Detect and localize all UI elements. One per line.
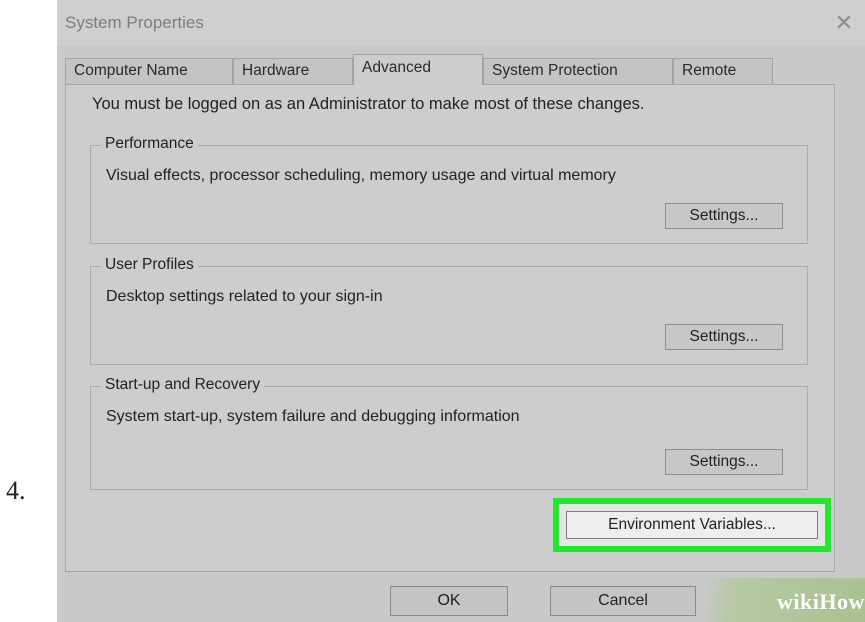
tab-system-protection[interactable]: System Protection bbox=[483, 58, 673, 84]
system-properties-dialog: System Properties ✕ Computer Name Hardwa… bbox=[57, 0, 865, 622]
performance-settings-button[interactable]: Settings... bbox=[665, 203, 783, 229]
tab-advanced[interactable]: Advanced bbox=[353, 54, 483, 85]
tab-computer-name[interactable]: Computer Name bbox=[65, 58, 233, 84]
startup-recovery-description: System start-up, system failure and debu… bbox=[106, 408, 520, 425]
user-profiles-legend: User Profiles bbox=[101, 256, 198, 274]
window-title: System Properties bbox=[65, 13, 204, 32]
ok-button[interactable]: OK bbox=[390, 586, 508, 616]
cancel-button[interactable]: Cancel bbox=[550, 586, 696, 616]
performance-legend: Performance bbox=[101, 135, 198, 153]
performance-description: Visual effects, processor scheduling, me… bbox=[106, 167, 616, 184]
startup-recovery-settings-button[interactable]: Settings... bbox=[665, 449, 783, 475]
user-profiles-group: User Profiles Desktop settings related t… bbox=[90, 256, 808, 365]
performance-group: Performance Visual effects, processor sc… bbox=[90, 135, 808, 244]
user-profiles-description: Desktop settings related to your sign-in bbox=[106, 288, 383, 305]
tab-remote[interactable]: Remote bbox=[673, 58, 773, 84]
environment-variables-button[interactable]: Environment Variables... bbox=[566, 511, 818, 539]
wikihow-watermark-text: wikiHow bbox=[777, 589, 865, 614]
admin-notice: You must be logged on as an Administrato… bbox=[92, 95, 645, 113]
wikihow-logo: wikiHow bbox=[707, 578, 865, 622]
step-number: 4. bbox=[6, 476, 26, 505]
close-icon[interactable]: ✕ bbox=[829, 8, 859, 38]
environment-variables-highlight: Environment Variables... bbox=[553, 498, 831, 552]
user-profiles-settings-button[interactable]: Settings... bbox=[665, 324, 783, 350]
tab-hardware[interactable]: Hardware bbox=[233, 58, 353, 84]
startup-recovery-legend: Start-up and Recovery bbox=[101, 376, 265, 394]
startup-recovery-group: Start-up and Recovery System start-up, s… bbox=[90, 376, 808, 490]
title-bar: System Properties ✕ bbox=[57, 0, 865, 46]
